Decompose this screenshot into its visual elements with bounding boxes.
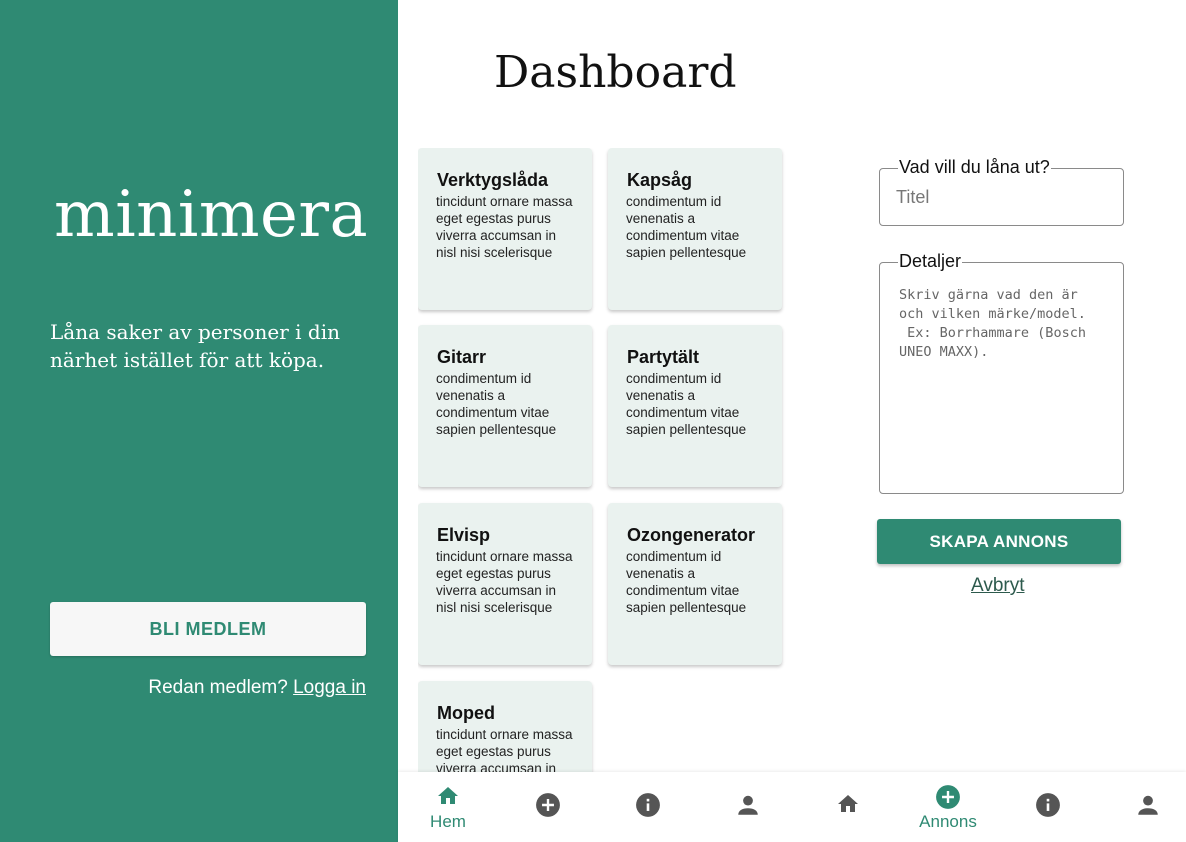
title-field-label: Vad vill du låna ut? xyxy=(898,157,1051,177)
item-card[interactable]: Ozongenerator condimentum id venenatis a… xyxy=(608,503,782,665)
person-icon xyxy=(738,795,758,815)
item-card[interactable]: Elvisp tincidunt ornare massa eget egest… xyxy=(418,503,592,665)
item-card-text: condimentum id venenatis a condimentum v… xyxy=(626,549,747,615)
nav-item-profile-2[interactable] xyxy=(1098,772,1186,842)
item-card-title: Ozongenerator xyxy=(627,525,756,545)
details-field-label: Detaljer xyxy=(898,251,963,271)
item-card-title: Elvisp xyxy=(437,525,491,545)
join-button[interactable]: BLI MEDLEM xyxy=(50,602,366,656)
nav-item-info[interactable] xyxy=(598,772,698,842)
login-link[interactable]: Logga in xyxy=(293,677,366,698)
nav-item-listing[interactable]: Annons xyxy=(898,772,998,842)
item-card-text: tincidunt ornare massa eget egestas puru… xyxy=(436,549,573,615)
item-card-text: condimentum id venenatis a condimentum v… xyxy=(626,194,747,260)
add-circle-icon xyxy=(536,793,560,817)
item-card[interactable]: Moped tincidunt ornare massa eget egesta… xyxy=(418,681,592,772)
nav-label: Annons xyxy=(919,812,977,831)
tagline: Låna saker av personer i din närhet istä… xyxy=(50,320,340,372)
title-field: Vad vill du låna ut? xyxy=(879,157,1124,226)
nav-item-profile[interactable] xyxy=(698,772,798,842)
nav-item-info-2[interactable] xyxy=(998,772,1098,842)
item-card-title: Gitarr xyxy=(437,347,487,367)
item-card-title: Verktygslåda xyxy=(437,170,549,190)
item-card[interactable]: Verktygslåda tincidunt ornare massa eget… xyxy=(418,148,592,310)
member-prompt: Redan medlem? xyxy=(148,677,288,698)
details-textarea-placeholder[interactable]: Skriv gärna vad den är och vilken märke/… xyxy=(899,286,1099,362)
item-card-text: tincidunt ornare massa eget egestas puru… xyxy=(436,727,573,772)
item-card[interactable]: Kapsåg condimentum id venenatis a condim… xyxy=(608,148,782,310)
nav-label: Hem xyxy=(430,812,466,831)
home-icon xyxy=(838,795,858,812)
nav-item-home-2[interactable] xyxy=(798,772,898,842)
item-card[interactable]: Gitarr condimentum id venenatis a condim… xyxy=(418,325,592,487)
add-circle-icon xyxy=(936,785,960,809)
nav-item-home[interactable]: Hem xyxy=(398,772,498,842)
item-card-text: condimentum id venenatis a condimentum v… xyxy=(626,371,747,437)
item-card-title: Partytält xyxy=(627,347,700,367)
item-card-title: Kapsåg xyxy=(627,170,693,190)
item-card-text: tincidunt ornare massa eget egestas puru… xyxy=(436,194,573,260)
info-icon xyxy=(636,793,660,817)
brand-logo: minimera xyxy=(54,178,369,252)
bottom-nav: Hem Annons xyxy=(398,772,1186,842)
page-title: Dashboard xyxy=(494,47,737,98)
sidebar: minimera Låna saker av personer i din nä… xyxy=(0,0,398,842)
person-icon xyxy=(1138,795,1158,815)
member-login-line: Redan medlem? Logga in xyxy=(148,677,366,699)
home-icon xyxy=(438,787,458,804)
item-card-text: condimentum id venenatis a condimentum v… xyxy=(436,371,557,437)
info-icon xyxy=(1036,793,1060,817)
nav-item-add[interactable] xyxy=(498,772,598,842)
title-input[interactable] xyxy=(896,187,1106,208)
cancel-link[interactable]: Avbryt xyxy=(971,575,1025,597)
create-listing-button[interactable]: SKAPA ANNONS xyxy=(877,519,1121,564)
item-card[interactable]: Partytält condimentum id venenatis a con… xyxy=(608,325,782,487)
item-cards-grid: Verktygslåda tincidunt ornare massa eget… xyxy=(418,148,788,772)
item-card-title: Moped xyxy=(437,703,495,723)
details-field[interactable]: Detaljer Skriv gärna vad den är och vilk… xyxy=(879,251,1124,494)
